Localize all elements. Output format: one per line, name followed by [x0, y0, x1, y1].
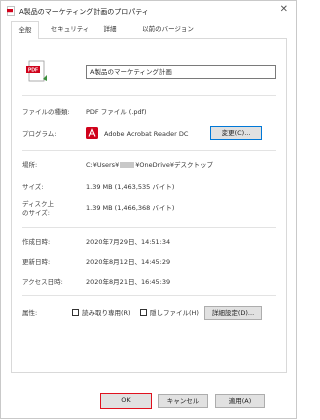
created-value: 2020年7月29日、14:51:34: [86, 238, 171, 246]
disk-size-label-line1: ディスク上: [22, 200, 55, 208]
acrobat-icon: [86, 127, 98, 139]
hidden-label[interactable]: 隠しファイル(H): [150, 309, 199, 317]
file-type-value: PDF ファイル (.pdf): [86, 108, 147, 116]
readonly-checkbox[interactable]: [72, 309, 79, 316]
window-title: A製品のマーケティング計画のプロパティ: [19, 8, 149, 16]
location-value: C:¥Users¥ ¥OneDrive¥デスクトップ: [86, 161, 213, 169]
disk-size-label-line2: のサイズ:: [22, 209, 50, 217]
divider: [22, 227, 276, 228]
pdf-file-icon: PDF: [26, 60, 47, 82]
location-label: 場所:: [22, 161, 38, 169]
accessed-label: アクセス日時:: [22, 278, 63, 286]
divider: [22, 295, 276, 296]
properties-dialog: A製品のマーケティング計画のプロパティ ✕ 全般 セキュリティ 詳細 以前のバー…: [0, 0, 297, 419]
program-label: プログラム:: [22, 130, 57, 138]
redacted-username: [120, 162, 135, 168]
pdf-file-icon: [7, 6, 15, 16]
file-type-label: ファイルの種類:: [22, 108, 70, 116]
tab-security[interactable]: セキュリティ: [45, 22, 95, 37]
general-panel: PDF A製品のマーケティング計画 ファイルの種類: PDF ファイル (.pd…: [11, 38, 287, 373]
divider: [22, 150, 276, 151]
cancel-button[interactable]: キャンセル: [158, 394, 208, 408]
attributes-label: 属性:: [22, 309, 38, 317]
location-prefix: C:¥Users¥: [86, 161, 120, 169]
accessed-value: 2020年8月21日、16:45:39: [86, 278, 171, 286]
disk-size-value: 1.39 MB (1,466,368 バイト): [86, 204, 175, 212]
hidden-checkbox[interactable]: [140, 309, 147, 316]
tab-details[interactable]: 詳細: [99, 22, 121, 37]
close-icon[interactable]: ✕: [280, 4, 288, 15]
readonly-label[interactable]: 読み取り専用(R): [82, 309, 131, 317]
created-label: 作成日時:: [22, 238, 51, 246]
modified-label: 更新日時:: [22, 258, 51, 266]
location-suffix: ¥OneDrive¥デスクトップ: [135, 161, 214, 169]
size-value: 1.39 MB (1,463,535 バイト): [86, 183, 175, 191]
tab-general[interactable]: 全般: [11, 21, 39, 39]
change-button[interactable]: 変更(C)...: [210, 126, 262, 140]
apply-button[interactable]: 適用(A): [215, 394, 265, 408]
title-bar: A製品のマーケティング計画のプロパティ ✕: [1, 1, 296, 21]
tab-previous-versions[interactable]: 以前のバージョン: [135, 22, 201, 37]
modified-value: 2020年8月12日、14:45:29: [86, 258, 171, 266]
file-name-field[interactable]: A製品のマーケティング計画: [86, 65, 276, 79]
ok-button[interactable]: OK: [100, 393, 152, 409]
size-label: サイズ:: [22, 183, 44, 191]
advanced-button[interactable]: 詳細設定(D)...: [204, 306, 262, 320]
program-value: Adobe Acrobat Reader DC: [104, 130, 189, 138]
divider: [22, 95, 276, 96]
pdf-icon-text: PDF: [28, 68, 38, 74]
